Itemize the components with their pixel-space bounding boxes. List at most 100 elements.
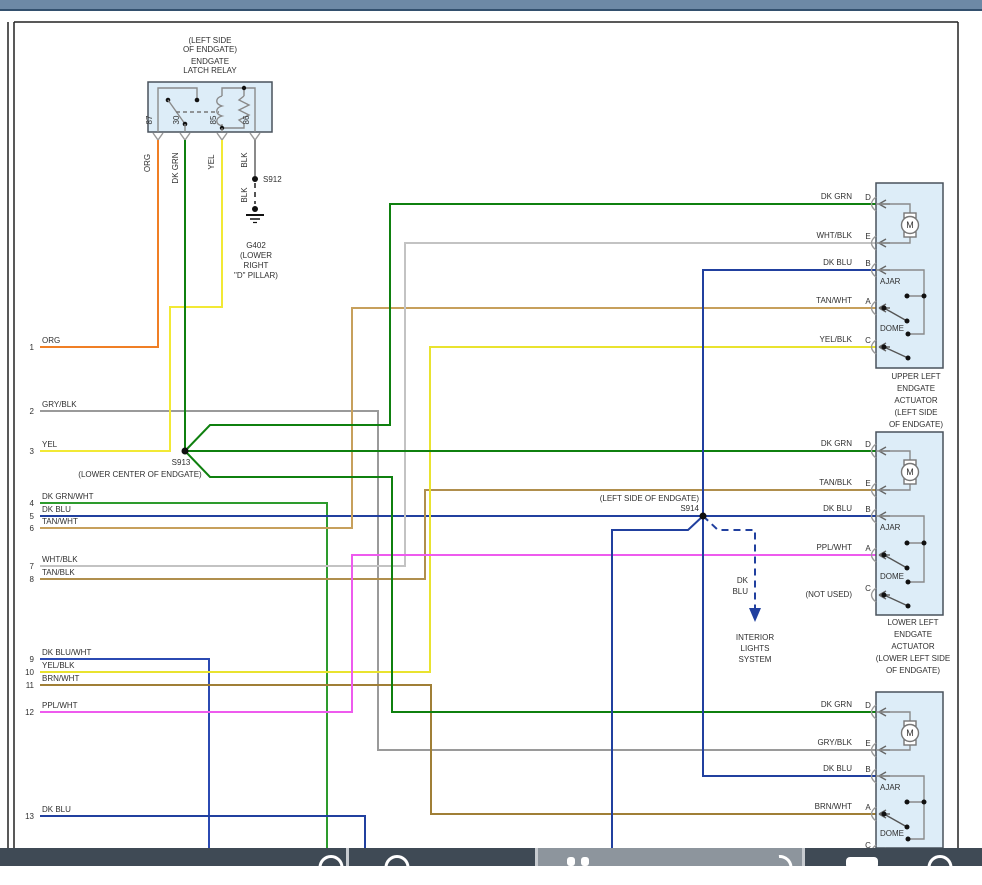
wire-name-label: DK GRN/WHT	[42, 492, 94, 501]
actuator-caption: ENDGATE	[897, 384, 935, 393]
actuator-caption: ENDGATE	[894, 630, 932, 639]
wire-tan-wht	[40, 308, 876, 528]
wire-name-label: YEL/BLK	[42, 661, 75, 670]
pin-wire-label: (NOT USED)	[805, 590, 852, 599]
actuator-caption: UPPER LEFT	[891, 372, 940, 381]
wire-blk-label: BLK	[240, 187, 249, 203]
relay-pin-connector	[180, 133, 190, 140]
wire-number: 13	[25, 812, 34, 821]
interior-wire-label: BLU	[732, 587, 748, 596]
ground-dot	[252, 206, 258, 212]
wire-wht-blk	[40, 243, 876, 566]
pin-letter: A	[865, 297, 871, 306]
pin-wire-label: WHT/BLK	[816, 231, 852, 240]
pin-letter: A	[865, 544, 871, 553]
wire-name-label: TAN/BLK	[42, 568, 75, 577]
actuator-caption: ACTUATOR	[891, 642, 934, 651]
ground-g402-location: "D" PILLAR)	[234, 271, 278, 280]
switch-contact-dot	[906, 356, 911, 361]
pin-wire-label: DK BLU	[823, 258, 852, 267]
wire-number: 12	[25, 708, 34, 717]
actuator-caption: LOWER LEFT	[887, 618, 938, 627]
interior-lights-arrow	[749, 608, 761, 622]
circle-icon	[319, 855, 344, 880]
toolbar-button-4[interactable]	[758, 848, 802, 866]
wire-dk-grn-branch-upper	[185, 204, 876, 451]
dome-label: DOME	[880, 572, 904, 581]
wire-org	[40, 140, 158, 347]
switch-contact-dot	[905, 825, 910, 830]
bottom-toolbar	[0, 848, 982, 866]
card-icon	[846, 857, 878, 869]
wire-name-label: DK BLU	[42, 505, 71, 514]
actuator-caption: OF ENDGATE)	[889, 420, 943, 429]
wire-number: 2	[30, 407, 35, 416]
wire-name-label: DK BLU	[42, 805, 71, 814]
pin-letter: A	[865, 803, 871, 812]
wire-number: 6	[30, 524, 35, 533]
splice-s914-location: (LEFT SIDE OF ENDGATE)	[600, 494, 700, 503]
wire-number: 10	[25, 668, 34, 677]
ajar-label: AJAR	[880, 277, 901, 286]
splice-s912-label: S912	[263, 175, 282, 184]
switch-contact-dot	[905, 566, 910, 571]
splice-s913-location: (LOWER CENTER OF ENDGATE)	[78, 470, 202, 479]
relay-location-label: (LEFT SIDE	[189, 36, 232, 45]
wire-number: 4	[30, 499, 35, 508]
ground-g402-location: (LOWER	[240, 251, 272, 260]
toolbar-button-3[interactable]	[556, 848, 600, 866]
wire-name-label: PPL/WHT	[42, 701, 78, 710]
interior-lights-label: INTERIOR	[736, 633, 774, 642]
wire-number: 7	[30, 562, 35, 571]
ground-g402-location: RIGHT	[244, 261, 269, 270]
refresh-icon	[762, 850, 797, 885]
grid-dots-icon	[567, 857, 589, 866]
circle-icon	[928, 855, 953, 880]
switch-contact-dot	[922, 800, 927, 805]
actuator-caption: (LEFT SIDE	[895, 408, 938, 417]
toolbar-button-6[interactable]	[918, 848, 962, 866]
switch-contact-dot	[922, 541, 927, 546]
pin-wire-label: PPL/WHT	[816, 543, 852, 552]
pin-wire-label: GRY/BLK	[817, 738, 852, 747]
wire-name-label: YEL	[42, 440, 58, 449]
splice-s913-label: S913	[172, 458, 191, 467]
switch-pivot-dot	[882, 345, 887, 350]
pin-wire-label: DK GRN	[821, 700, 852, 709]
pin-wire-label: TAN/WHT	[816, 296, 852, 305]
actuator-caption: (LOWER LEFT SIDE	[876, 654, 951, 663]
wiring-diagram: (LEFT SIDEOF ENDGATE)ENDGATELATCH RELAY8…	[0, 0, 982, 866]
interior-lights-label: SYSTEM	[739, 655, 772, 664]
toolbar-button-1[interactable]	[309, 848, 353, 866]
wire-number: 1	[30, 343, 35, 352]
dome-label: DOME	[880, 324, 904, 333]
toolbar-button-2[interactable]	[375, 848, 419, 866]
splice-s912-dot	[252, 176, 258, 182]
wire-yel-blk	[40, 347, 876, 672]
relay-wire-label: DK GRN	[171, 152, 180, 183]
relay-pin-number: 87	[145, 115, 154, 124]
wire-number: 8	[30, 575, 35, 584]
interior-wire-label: DK	[737, 576, 749, 585]
motor-label: M	[906, 220, 914, 230]
splice-s913-dot	[182, 448, 189, 455]
circle-icon	[385, 855, 410, 880]
motor-label: M	[906, 728, 914, 738]
wire-name-label: ORG	[42, 336, 60, 345]
relay-pin-number: 85	[209, 115, 218, 124]
pin-letter: B	[865, 259, 870, 268]
page-border	[14, 22, 958, 848]
toolbar-button-5[interactable]	[840, 848, 884, 866]
relay-pin-number: 30	[172, 115, 181, 124]
switch-pivot-dot	[882, 812, 887, 817]
ground-g402-label: G402	[246, 241, 266, 250]
switch-pivot-dot	[882, 553, 887, 558]
pin-letter: B	[865, 765, 870, 774]
wire-name-label: TAN/WHT	[42, 517, 78, 526]
wire-name-label: GRY/BLK	[42, 400, 77, 409]
window-titlebar	[0, 0, 982, 11]
wire-number: 11	[26, 681, 35, 690]
motor-label: M	[906, 467, 914, 477]
wire-number: 5	[30, 512, 35, 521]
relay-junction-dot	[242, 86, 246, 90]
